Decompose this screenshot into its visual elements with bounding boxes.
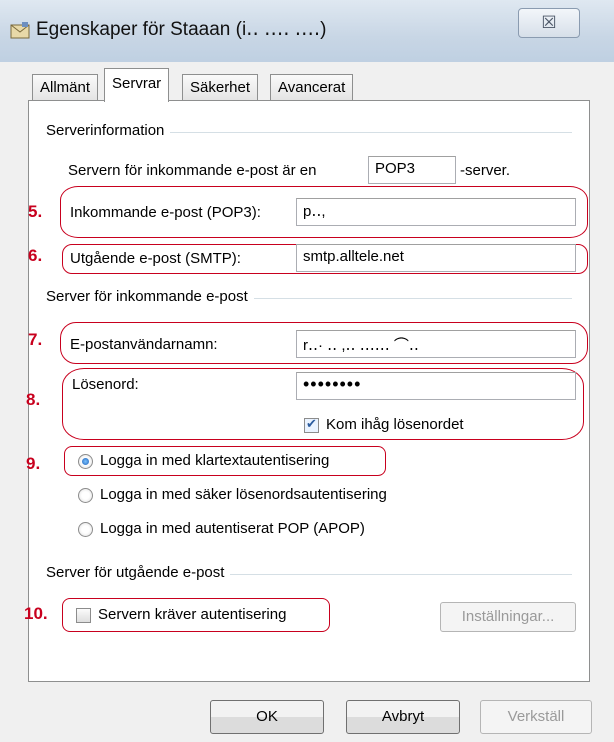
tab-general[interactable]: Allmänt [32,74,99,100]
outgoing-server-label: Utgående e-post (SMTP): [70,250,241,267]
login-apop-radio[interactable] [78,522,93,537]
annotation-9: 9. [26,454,41,473]
annotation-6: 6. [28,246,43,265]
login-secure-radio[interactable] [78,488,93,503]
apply-button[interactable]: Verkställ [480,700,592,734]
remember-password-checkbox[interactable] [304,416,319,433]
outgoing-server-heading: Server för utgående e-post [46,564,231,581]
annotation-10: 10. [24,604,48,623]
annotation-8: 8. [26,390,41,409]
tab-advanced[interactable]: Avancerat [270,74,354,100]
window-title: Egenskaper för Staaan (i‥ ‥‥ ‥‥) [36,19,327,40]
incoming-server-label: Inkommande e-post (POP3): [70,204,261,221]
username-field[interactable]: r‥· ‥ ,‥ ‥‥‥ ⌒‥ [296,330,576,358]
annotation-7: 7. [28,330,43,349]
mail-properties-icon [10,22,30,39]
settings-button[interactable]: Inställningar... [440,602,576,632]
close-icon: ☒ [541,13,557,32]
ok-button[interactable]: OK [210,700,324,734]
login-plaintext-label: Logga in med klartextautentisering [100,452,330,469]
outgoing-server-field[interactable]: smtp.alltele.net [296,244,576,272]
requires-auth-checkbox[interactable] [76,608,91,623]
login-secure-label: Logga in med säker lösenordsautentiserin… [100,486,387,503]
annotation-5: 5. [28,202,43,221]
incoming-type-prefix: Servern för inkommande e-post är en [68,162,317,179]
password-field[interactable]: •••••••• [296,372,576,400]
tab-servers[interactable]: Servrar [104,68,170,102]
remember-password-label: Kom ihåg lösenordet [326,416,464,433]
incoming-server-field[interactable]: p‥, [296,198,576,226]
password-label: Lösenord: [72,376,139,393]
incoming-type-suffix: -server. [460,162,511,179]
cancel-button[interactable]: Avbryt [346,700,460,734]
incoming-type-field[interactable]: POP3 [368,156,456,184]
username-label: E-postanvändarnamn: [70,336,218,353]
close-button[interactable]: ☒ [518,8,580,38]
login-plaintext-radio[interactable] [78,454,93,469]
incoming-server-heading: Server för inkommande e-post [46,288,254,305]
title-bar: Egenskaper för Staaan (i‥ ‥‥ ‥‥) ☒ [0,0,614,63]
login-apop-label: Logga in med autentiserat POP (APOP) [100,520,365,537]
tab-security[interactable]: Säkerhet [182,74,259,100]
requires-auth-label: Servern kräver autentisering [98,606,287,623]
server-info-heading: Serverinformation [46,122,171,139]
